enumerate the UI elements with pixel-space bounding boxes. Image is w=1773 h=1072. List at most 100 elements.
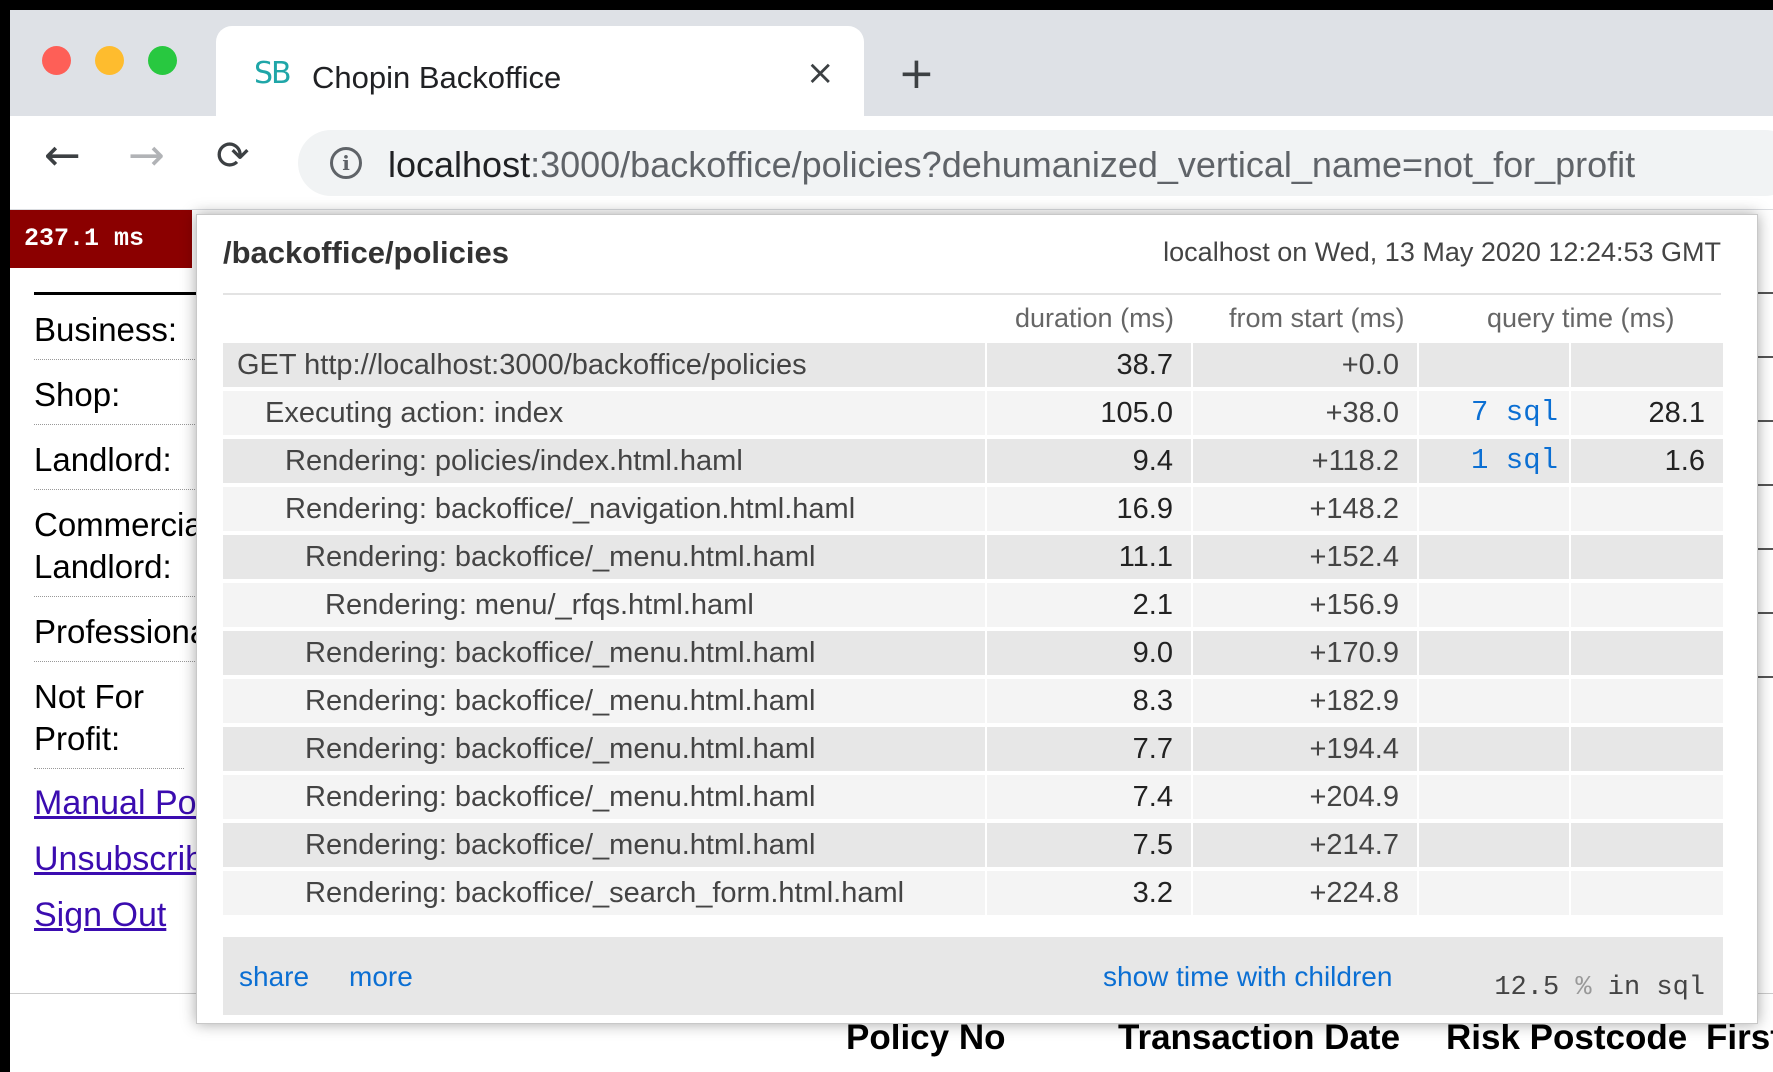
step-from-start: +214.7 — [1193, 823, 1417, 867]
th-policy-no[interactable]: Policy No — [846, 1018, 1005, 1058]
step-duration: 9.0 — [987, 631, 1191, 675]
step-duration: 105.0 — [987, 391, 1191, 435]
step-from-start: +182.9 — [1193, 679, 1417, 723]
profiler-row[interactable]: Rendering: backoffice/_menu.html.haml 7.5… — [223, 821, 1723, 869]
profiler-row[interactable]: Rendering: menu/_rfqs.html.haml 2.1 +156.9 — [223, 581, 1723, 629]
col-duration: duration (ms) — [1015, 303, 1175, 333]
step-sql-link — [1419, 727, 1569, 771]
sidebar-item-not-for-profit: Not For Profit: — [34, 662, 184, 769]
col-query-time: query time (ms) — [1487, 303, 1675, 333]
step-from-start: +224.8 — [1193, 871, 1417, 915]
step-sql-link — [1419, 631, 1569, 675]
unsubscribe-link[interactable]: Unsubscribe — [34, 831, 209, 887]
step-name: Executing action: index — [223, 391, 985, 435]
profiler-row[interactable]: Executing action: index 105.0 +38.0 7 sql 28… — [223, 389, 1723, 437]
profiler-row[interactable]: Rendering: backoffice/_navigation.html.h… — [223, 485, 1723, 533]
step-name: Rendering: backoffice/_menu.html.haml — [223, 631, 985, 675]
step-duration: 16.9 — [987, 487, 1191, 531]
tab-title: Chopin Backoffice — [312, 60, 562, 95]
step-query-time — [1571, 583, 1723, 627]
sidebar-item-professional: Professional: — [34, 597, 209, 662]
manual-policies-link[interactable]: Manual Policies — [34, 775, 209, 831]
step-duration: 7.7 — [987, 727, 1191, 771]
profiler-row[interactable]: Rendering: backoffice/_menu.html.haml 8.3… — [223, 677, 1723, 725]
profiler-row[interactable]: Rendering: backoffice/_search_form.html.… — [223, 869, 1723, 917]
reload-icon[interactable]: ⟳ — [216, 136, 250, 176]
th-first[interactable]: First — [1706, 1018, 1773, 1058]
url-path: :3000/backoffice/policies?dehumanized_ve… — [530, 144, 1636, 185]
maximize-window-button[interactable] — [148, 46, 177, 75]
url-host: localhost — [388, 144, 531, 185]
address-bar[interactable]: i localhost:3000/backoffice/policies?deh… — [298, 130, 1773, 196]
info-icon[interactable]: i — [330, 147, 362, 179]
rule-line — [1758, 292, 1773, 294]
sidebar-item-shop: Shop: — [34, 360, 209, 425]
step-duration: 11.1 — [987, 535, 1191, 579]
tab-bar: SB Chopin Backoffice × + — [10, 10, 1773, 126]
step-duration: 2.1 — [987, 583, 1191, 627]
rule-line — [1758, 420, 1773, 422]
sql-percentage-value: 12.5 — [1494, 973, 1560, 1003]
step-name: Rendering: menu/_rfqs.html.haml — [223, 583, 985, 627]
step-sql-link — [1419, 679, 1569, 723]
step-from-start: +118.2 — [1193, 439, 1417, 483]
step-name: Rendering: policies/index.html.haml — [223, 439, 985, 483]
sign-out-link[interactable]: Sign Out — [34, 887, 209, 943]
profiler-row[interactable]: Rendering: backoffice/_menu.html.haml 7.7… — [223, 725, 1723, 773]
step-query-time — [1571, 535, 1723, 579]
browser-toolbar: ← → ⟳ i localhost:3000/backoffice/polici… — [10, 116, 1773, 210]
th-risk-postcode[interactable]: Risk Postcode — [1446, 1018, 1687, 1058]
step-name: Rendering: backoffice/_menu.html.haml — [223, 775, 985, 819]
rule-line — [1758, 676, 1773, 678]
profiler-row[interactable]: Rendering: backoffice/_menu.html.haml 9.0… — [223, 629, 1723, 677]
new-tab-button[interactable]: + — [898, 52, 935, 96]
step-name: Rendering: backoffice/_navigation.html.h… — [223, 487, 985, 531]
profiler-row[interactable]: Rendering: policies/index.html.haml 9.4 +1… — [223, 437, 1723, 485]
step-name: GET http://localhost:3000/backoffice/pol… — [223, 343, 985, 387]
sql-percentage-suffix: in sql — [1607, 973, 1705, 1003]
step-query-time: 1.6 — [1571, 439, 1723, 483]
profiler-row[interactable]: Rendering: backoffice/_menu.html.haml 7.4… — [223, 773, 1723, 821]
step-sql-link[interactable]: 1 sql — [1419, 439, 1569, 483]
step-query-time — [1571, 487, 1723, 531]
tab-close-icon[interactable]: × — [806, 56, 835, 90]
profiler-row[interactable]: GET http://localhost:3000/backoffice/pol… — [223, 341, 1723, 389]
col-from-start: from start (ms) — [1229, 303, 1405, 333]
profiler-footer: share more show time with children 12.5 … — [223, 937, 1723, 1015]
step-name: Rendering: backoffice/_search_form.html.… — [223, 871, 985, 915]
percent-sign: % — [1575, 973, 1592, 1003]
th-transaction-date[interactable]: Transaction Date — [1118, 1018, 1400, 1058]
rule-line — [1758, 612, 1773, 614]
sidebar-item-business: Business: — [34, 295, 209, 360]
step-sql-link — [1419, 871, 1569, 915]
profiler-timing-badge[interactable]: 237.1 ms — [10, 210, 192, 268]
close-window-button[interactable] — [42, 46, 71, 75]
browser-tab[interactable]: SB Chopin Backoffice × — [216, 26, 864, 126]
page-right-rules — [1758, 290, 1773, 740]
step-from-start: +170.9 — [1193, 631, 1417, 675]
back-arrow-icon[interactable]: ← — [44, 134, 81, 178]
step-from-start: +38.0 — [1193, 391, 1417, 435]
step-sql-link[interactable]: 7 sql — [1419, 391, 1569, 435]
profiler-row[interactable]: Rendering: backoffice/_menu.html.haml 11.… — [223, 533, 1723, 581]
profiler-popup: /backoffice/policies localhost on Wed, 1… — [196, 214, 1758, 1024]
step-name: Rendering: backoffice/_menu.html.haml — [223, 727, 985, 771]
minimize-window-button[interactable] — [95, 46, 124, 75]
sql-percentage: 12.5 % in sql — [1494, 973, 1705, 1003]
step-from-start: +148.2 — [1193, 487, 1417, 531]
sidebar-item-commercial-landlord: Commercial Landlord: — [34, 490, 209, 597]
more-link[interactable]: more — [349, 961, 413, 993]
step-sql-link — [1419, 343, 1569, 387]
step-duration: 38.7 — [987, 343, 1191, 387]
share-link[interactable]: share — [239, 961, 309, 993]
step-sql-link — [1419, 535, 1569, 579]
url-text[interactable]: localhost:3000/backoffice/policies?dehum… — [388, 144, 1635, 186]
show-time-with-children-link[interactable]: show time with children — [1103, 961, 1392, 993]
step-from-start: +152.4 — [1193, 535, 1417, 579]
step-duration: 8.3 — [987, 679, 1191, 723]
sidebar: Business: Shop: Landlord: Commercial Lan… — [34, 292, 209, 943]
forward-arrow-icon[interactable]: → — [128, 134, 165, 178]
step-from-start: +156.9 — [1193, 583, 1417, 627]
sidebar-item-landlord: Landlord: — [34, 425, 209, 490]
step-from-start: +204.9 — [1193, 775, 1417, 819]
